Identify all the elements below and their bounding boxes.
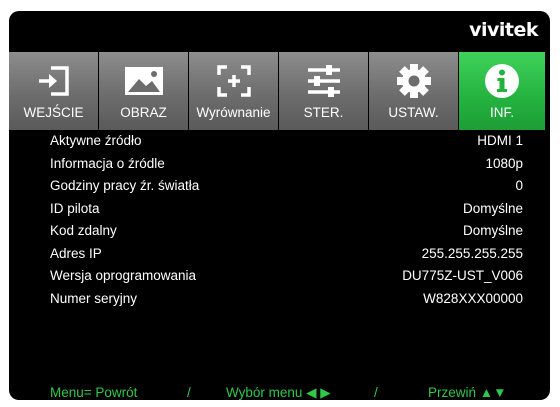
- row-value: DU775Z-UST_V006: [402, 268, 523, 283]
- info-row-ip-address: Adres IP 255.255.255.255: [9, 243, 550, 266]
- tab-alignment[interactable]: Wyrównanie: [189, 52, 278, 130]
- row-label: Wersja oprogramowania: [50, 268, 197, 283]
- info-icon: [459, 62, 545, 100]
- alignment-icon: [189, 62, 278, 100]
- footer-select-hint: Wybór menu ◀ ▶: [226, 385, 331, 400]
- row-value: 255.255.255.255: [421, 245, 523, 261]
- tab-label: Wyrównanie: [196, 105, 271, 120]
- tab-label: OBRAZ: [120, 105, 167, 120]
- row-value: W828XXX00000: [423, 290, 523, 306]
- tab-label: STER.: [303, 105, 344, 120]
- input-icon: [9, 62, 98, 100]
- footer-separator: /: [187, 385, 191, 400]
- brand-logo: vivitek: [469, 19, 538, 41]
- tab-label: USTAW.: [388, 105, 439, 120]
- row-label: Numer seryjny: [50, 290, 138, 306]
- menu-tabs: WEJŚCIE OBRAZ Wyrównanie STER. USTAW. IN…: [9, 52, 550, 130]
- info-row-remote-code: Kod zdalny Domyślne: [9, 220, 550, 243]
- tab-label: WEJŚCIE: [23, 105, 84, 120]
- tab-settings[interactable]: USTAW.: [369, 52, 458, 130]
- info-row-remote-id: ID pilota Domyślne: [9, 198, 550, 221]
- info-row-active-source: Aktywne źródło HDMI 1: [9, 130, 550, 153]
- tab-info[interactable]: INF.: [459, 52, 545, 130]
- footer-back-hint: Menu= Powrót: [50, 385, 138, 400]
- row-label: ID pilota: [50, 200, 100, 216]
- row-value: HDMI 1: [477, 133, 523, 148]
- image-icon: [99, 62, 188, 100]
- info-row-serial-number: Numer seryjny W828XXX00000: [9, 288, 550, 311]
- info-row-firmware-version: Wersja oprogramowania DU775Z-UST_V006: [9, 265, 550, 288]
- row-label: Aktywne źródło: [50, 133, 142, 148]
- footer-hints: Menu= Powrót / Wybór menu ◀ ▶ / Przewiń …: [9, 385, 550, 400]
- tab-control[interactable]: STER.: [279, 52, 368, 130]
- row-label: Godziny pracy źr. światła: [50, 178, 200, 193]
- sliders-icon: [279, 62, 368, 100]
- info-list: Aktywne źródło HDMI 1 Informacja o źródl…: [9, 130, 550, 310]
- row-value: Domyślne: [462, 200, 523, 216]
- footer-scroll-hint: Przewiń ▲▼: [428, 385, 507, 400]
- row-label: Kod zdalny: [50, 223, 117, 238]
- tab-input[interactable]: WEJŚCIE: [9, 52, 98, 130]
- footer-separator: /: [374, 385, 378, 400]
- tab-image[interactable]: OBRAZ: [99, 52, 188, 130]
- row-value: 0: [515, 178, 523, 193]
- row-value: Domyślne: [462, 223, 523, 238]
- tab-label: INF.: [489, 105, 514, 120]
- row-value: 1080p: [485, 155, 523, 171]
- info-row-light-hours: Godziny pracy źr. światła 0: [9, 175, 550, 198]
- info-row-source-info: Informacja o źródle 1080p: [9, 153, 550, 176]
- row-label: Adres IP: [50, 245, 102, 261]
- gear-icon: [369, 62, 458, 100]
- row-label: Informacja o źródle: [50, 155, 165, 171]
- osd-menu: vivitek WEJŚCIE OBRAZ Wyrównanie STER. U…: [9, 11, 550, 400]
